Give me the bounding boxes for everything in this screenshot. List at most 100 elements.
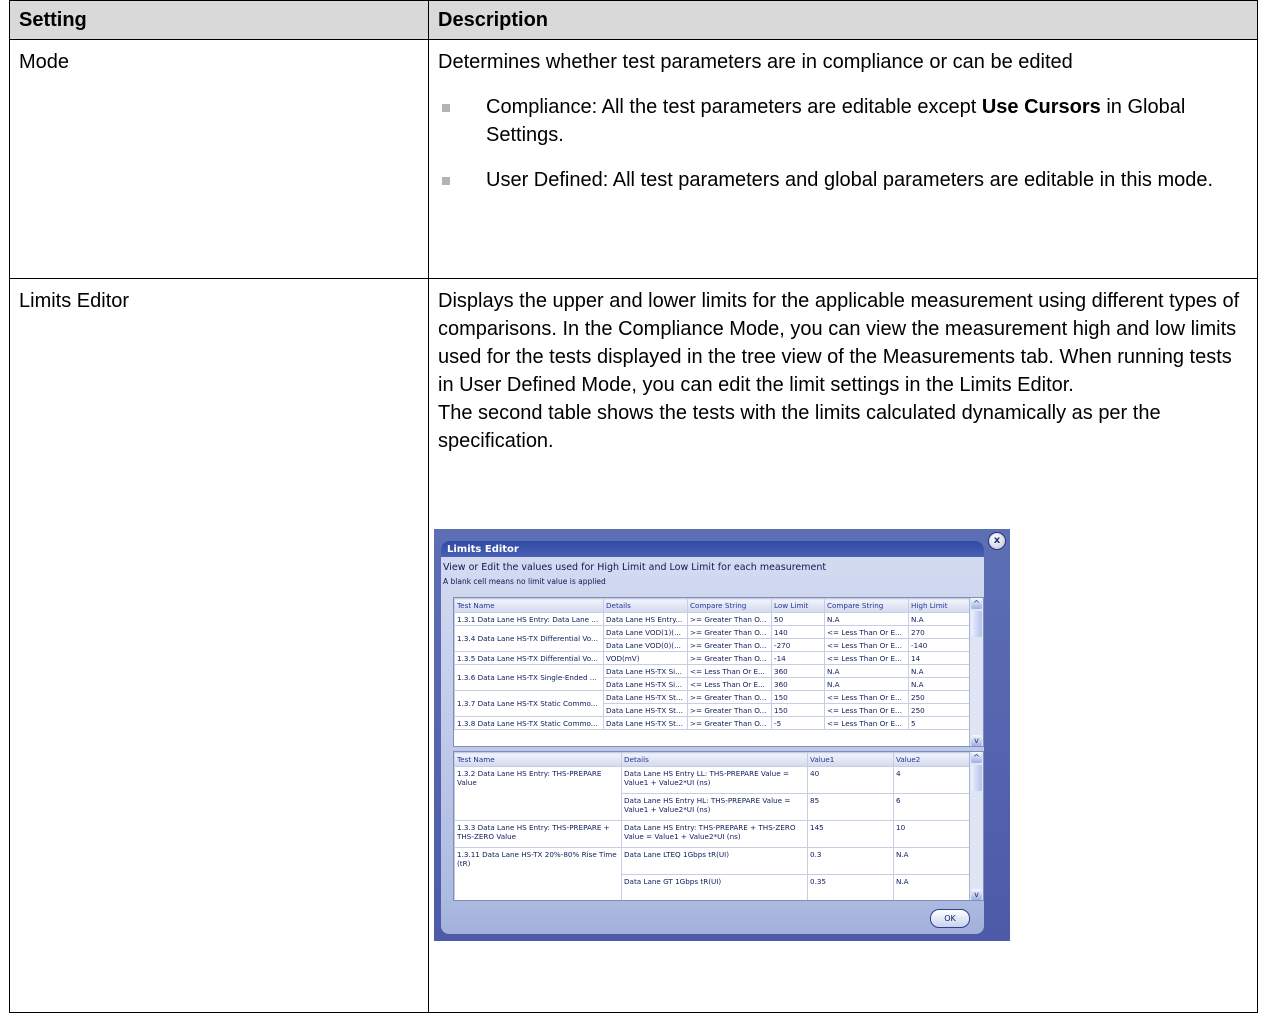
- grid-cell[interactable]: 1.3.1 Data Lane HS Entry: Data Lane ...: [454, 612, 604, 626]
- grid-cell[interactable]: 1.3.7 Data Lane HS-TX Static Commo...: [454, 690, 604, 717]
- column-header[interactable]: Value2: [893, 752, 970, 767]
- table-row[interactable]: 1.3.1 Data Lane HS Entry: Data Lane ... D…: [454, 612, 970, 626]
- grid-cell[interactable]: Data Lane HS Entry...: [603, 612, 688, 626]
- column-header[interactable]: Details: [621, 752, 808, 767]
- grid-cell[interactable]: N.A: [893, 874, 970, 900]
- grid-cell[interactable]: 1.3.6 Data Lane HS-TX Single-Ended ...: [454, 664, 604, 691]
- table-row[interactable]: 1.3.3 Data Lane HS Entry: THS-PREPARE + …: [454, 820, 970, 848]
- grid-cell[interactable]: >= Greater Than O...: [687, 651, 772, 665]
- scroll-thumb[interactable]: [971, 765, 982, 791]
- grid-cell[interactable]: 1.3.4 Data Lane HS-TX Differential Vo...: [454, 625, 604, 652]
- grid-cell[interactable]: 4: [893, 766, 970, 794]
- column-header[interactable]: Compare String: [824, 598, 909, 613]
- grid-cell[interactable]: 270: [908, 625, 970, 639]
- grid-cell[interactable]: 1.3.3 Data Lane HS Entry: THS-PREPARE + …: [454, 820, 622, 848]
- column-header[interactable]: Test Name: [454, 598, 604, 613]
- grid-cell[interactable]: 250: [908, 703, 970, 717]
- grid-cell[interactable]: <= Less Than Or E...: [824, 716, 909, 730]
- grid-cell[interactable]: 85: [807, 793, 894, 821]
- column-header[interactable]: High Limit: [908, 598, 970, 613]
- grid-cell[interactable]: 150: [771, 703, 825, 717]
- grid-cell[interactable]: 50: [771, 612, 825, 626]
- grid-cell[interactable]: Data Lane VOD(0)(...: [603, 638, 688, 652]
- grid-cell[interactable]: >= Greater Than O...: [687, 612, 772, 626]
- ok-button[interactable]: OK: [930, 909, 970, 928]
- scroll-down-icon[interactable]: v: [971, 735, 982, 746]
- grid-cell[interactable]: 0.35: [807, 874, 894, 900]
- grid-cell[interactable]: Data Lane HS Entry LL: THS-PREPARE Value…: [621, 766, 808, 794]
- dynamic-grid-scrollbar[interactable]: ^ v: [969, 752, 983, 900]
- grid-cell[interactable]: <= Less Than Or E...: [824, 625, 909, 639]
- grid-cell[interactable]: N.A: [908, 677, 970, 691]
- grid-cell[interactable]: >= Greater Than O...: [687, 638, 772, 652]
- grid-cell[interactable]: Data Lane HS-TX St...: [603, 703, 688, 717]
- grid-cell[interactable]: 0.3: [807, 847, 894, 875]
- bullet-compliance-text: Compliance: All the test parameters are …: [486, 96, 982, 118]
- grid-cell[interactable]: Data Lane LTEQ 1Gbps tR(UI): [621, 847, 808, 875]
- grid-cell[interactable]: N.A: [908, 612, 970, 626]
- grid-cell[interactable]: 150: [771, 690, 825, 704]
- column-header[interactable]: Test Name: [454, 752, 622, 767]
- table-row[interactable]: 1.3.7 Data Lane HS-TX Static Commo... Dat…: [454, 690, 970, 717]
- grid-cell[interactable]: >= Greater Than O...: [687, 703, 772, 717]
- grid-cell[interactable]: N.A: [824, 677, 909, 691]
- grid-cell[interactable]: 6: [893, 793, 970, 821]
- grid-cell[interactable]: 14: [908, 651, 970, 665]
- scroll-up-icon[interactable]: ^: [971, 598, 982, 609]
- close-icon[interactable]: x: [988, 532, 1006, 550]
- grid-cell[interactable]: 5: [908, 716, 970, 730]
- column-header[interactable]: Details: [603, 598, 688, 613]
- grid-cell[interactable]: -5: [771, 716, 825, 730]
- table-row[interactable]: 1.3.6 Data Lane HS-TX Single-Ended ... Da…: [454, 664, 970, 691]
- grid-cell[interactable]: <= Less Than Or E...: [824, 690, 909, 704]
- column-header[interactable]: Compare String: [687, 598, 772, 613]
- grid-cell[interactable]: N.A: [893, 847, 970, 875]
- grid-cell[interactable]: >= Greater Than O...: [687, 690, 772, 704]
- grid-cell[interactable]: N.A: [908, 664, 970, 678]
- grid-cell[interactable]: 40: [807, 766, 894, 794]
- grid-cell[interactable]: 360: [771, 677, 825, 691]
- grid-cell[interactable]: >= Greater Than O...: [687, 716, 772, 730]
- table-row[interactable]: 1.3.4 Data Lane HS-TX Differential Vo...…: [454, 625, 970, 652]
- grid-cell[interactable]: <= Less Than Or E...: [824, 703, 909, 717]
- grid-cell[interactable]: VOD(mV): [603, 651, 688, 665]
- grid-cell[interactable]: Data Lane HS-TX St...: [603, 690, 688, 704]
- table-row[interactable]: 1.3.5 Data Lane HS-TX Differential Vo...…: [454, 651, 970, 665]
- grid-cell[interactable]: 1.3.2 Data Lane HS Entry: THS-PREPARE Va…: [454, 766, 622, 821]
- grid-cell[interactable]: >= Greater Than O...: [687, 625, 772, 639]
- grid-cell[interactable]: N.A: [824, 664, 909, 678]
- grid-cell[interactable]: <= Less Than Or E...: [687, 664, 772, 678]
- grid-cell[interactable]: 1.3.8 Data Lane HS-TX Static Commo...: [454, 716, 604, 730]
- grid-cell[interactable]: -140: [908, 638, 970, 652]
- grid-cell[interactable]: 10: [893, 820, 970, 848]
- dialog-body: Limits Editor View or Edit the values us…: [441, 541, 984, 934]
- grid-cell[interactable]: N.A: [824, 612, 909, 626]
- column-header[interactable]: Low Limit: [771, 598, 825, 613]
- grid-cell[interactable]: 1.3.11 Data Lane HS-TX 20%-80% Rise Time…: [454, 847, 622, 900]
- grid-cell[interactable]: Data Lane HS-TX St...: [603, 716, 688, 730]
- grid-cell[interactable]: <= Less Than Or E...: [824, 651, 909, 665]
- scroll-up-icon[interactable]: ^: [971, 752, 982, 763]
- scroll-down-icon[interactable]: v: [971, 889, 982, 900]
- grid-cell[interactable]: <= Less Than Or E...: [687, 677, 772, 691]
- grid-cell[interactable]: 145: [807, 820, 894, 848]
- grid-cell[interactable]: Data Lane HS Entry: THS-PREPARE + THS-ZE…: [621, 820, 808, 848]
- scroll-thumb[interactable]: [971, 611, 982, 637]
- grid-cell[interactable]: Data Lane HS-TX Si...: [603, 664, 688, 678]
- grid-cell[interactable]: Data Lane HS Entry HL: THS-PREPARE Value…: [621, 793, 808, 821]
- grid-cell[interactable]: -14: [771, 651, 825, 665]
- grid-cell[interactable]: <= Less Than Or E...: [824, 638, 909, 652]
- grid-cell[interactable]: Data Lane VOD(1)(...: [603, 625, 688, 639]
- grid-cell[interactable]: 360: [771, 664, 825, 678]
- grid-cell[interactable]: 250: [908, 690, 970, 704]
- table-row[interactable]: 1.3.2 Data Lane HS Entry: THS-PREPARE Va…: [454, 766, 970, 821]
- grid-cell[interactable]: 140: [771, 625, 825, 639]
- grid-cell[interactable]: Data Lane HS-TX Si...: [603, 677, 688, 691]
- table-row[interactable]: 1.3.8 Data Lane HS-TX Static Commo... Dat…: [454, 716, 970, 730]
- grid-cell[interactable]: Data Lane GT 1Gbps tR(UI): [621, 874, 808, 900]
- grid-cell[interactable]: -270: [771, 638, 825, 652]
- limits-grid-scrollbar[interactable]: ^ v: [969, 598, 983, 746]
- column-header[interactable]: Value1: [807, 752, 894, 767]
- grid-cell[interactable]: 1.3.5 Data Lane HS-TX Differential Vo...: [454, 651, 604, 665]
- table-row[interactable]: 1.3.11 Data Lane HS-TX 20%-80% Rise Time…: [454, 847, 970, 900]
